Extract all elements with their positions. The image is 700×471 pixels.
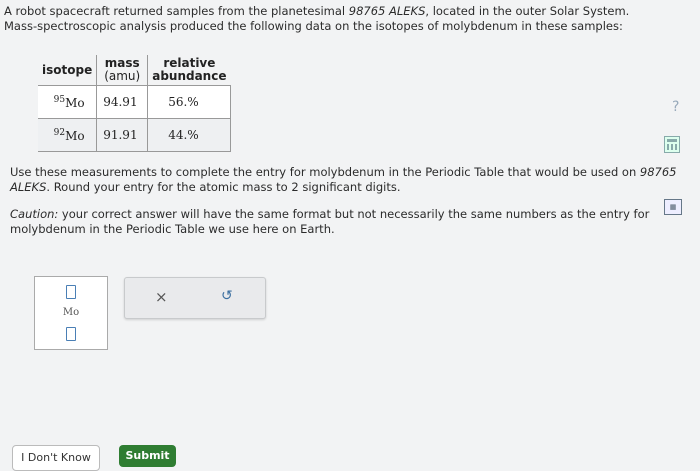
question-part: A robot spacecraft returned samples from… [4,4,349,18]
table-row: 92Mo 91.91 44.% [38,118,231,152]
help-icon[interactable]: ? [672,99,679,115]
periodic-table-entry: Mo [34,276,108,350]
header-abundance: relative abundance [147,55,231,86]
header-mass-label: mass [104,56,140,70]
calculator-icon[interactable] [664,136,680,153]
caution-label: Caution: [10,207,59,221]
instructions-text: Use these measurements to complete the e… [10,165,700,195]
isotope-symbol: Mo [65,95,85,110]
atomic-number-input[interactable] [66,285,76,299]
mass-number: 92 [53,127,66,138]
planetesimal-name: 98765 ALEKS [348,4,426,18]
clear-icon[interactable]: × [155,288,168,306]
instructions-part: . Round your entry for the atomic mass t… [46,180,401,194]
header-mass-unit: (amu) [104,69,141,83]
abundance-cell: 44.% [147,118,231,152]
header-mass: mass (amu) [96,55,149,86]
undo-icon[interactable]: ↺ [221,288,233,304]
isotope-table: isotope mass (amu) relative abundance 95Mo… [38,55,231,152]
isotope-cell: 92Mo [38,118,98,152]
header-abundance-bottom: abundance [152,69,227,83]
abundance-cell: 56.% [147,85,231,119]
submit-button[interactable]: Submit [119,445,176,467]
isotope-cell: 95Mo [38,85,98,119]
caution-text: Caution: your correct answer will have t… [10,207,700,237]
dont-know-button[interactable]: I Don't Know [12,445,100,471]
mass-cell: 91.91 [96,118,149,152]
mass-cell: 94.91 [96,85,149,119]
table-row: 95Mo 94.91 56.% [38,85,231,119]
atomic-mass-input[interactable] [66,327,76,341]
caution-body: your correct answer will have the same f… [10,207,650,236]
element-symbol: Mo [62,307,80,318]
answer-tools: × ↺ [124,277,266,319]
mass-number: 95 [53,94,66,105]
instructions-part: Use these measurements to complete the e… [10,165,640,179]
header-isotope: isotope [38,55,98,86]
isotope-symbol: Mo [65,128,85,143]
header-abundance-top: relative [163,56,216,70]
question-text: A robot spacecraft returned samples from… [4,4,664,34]
